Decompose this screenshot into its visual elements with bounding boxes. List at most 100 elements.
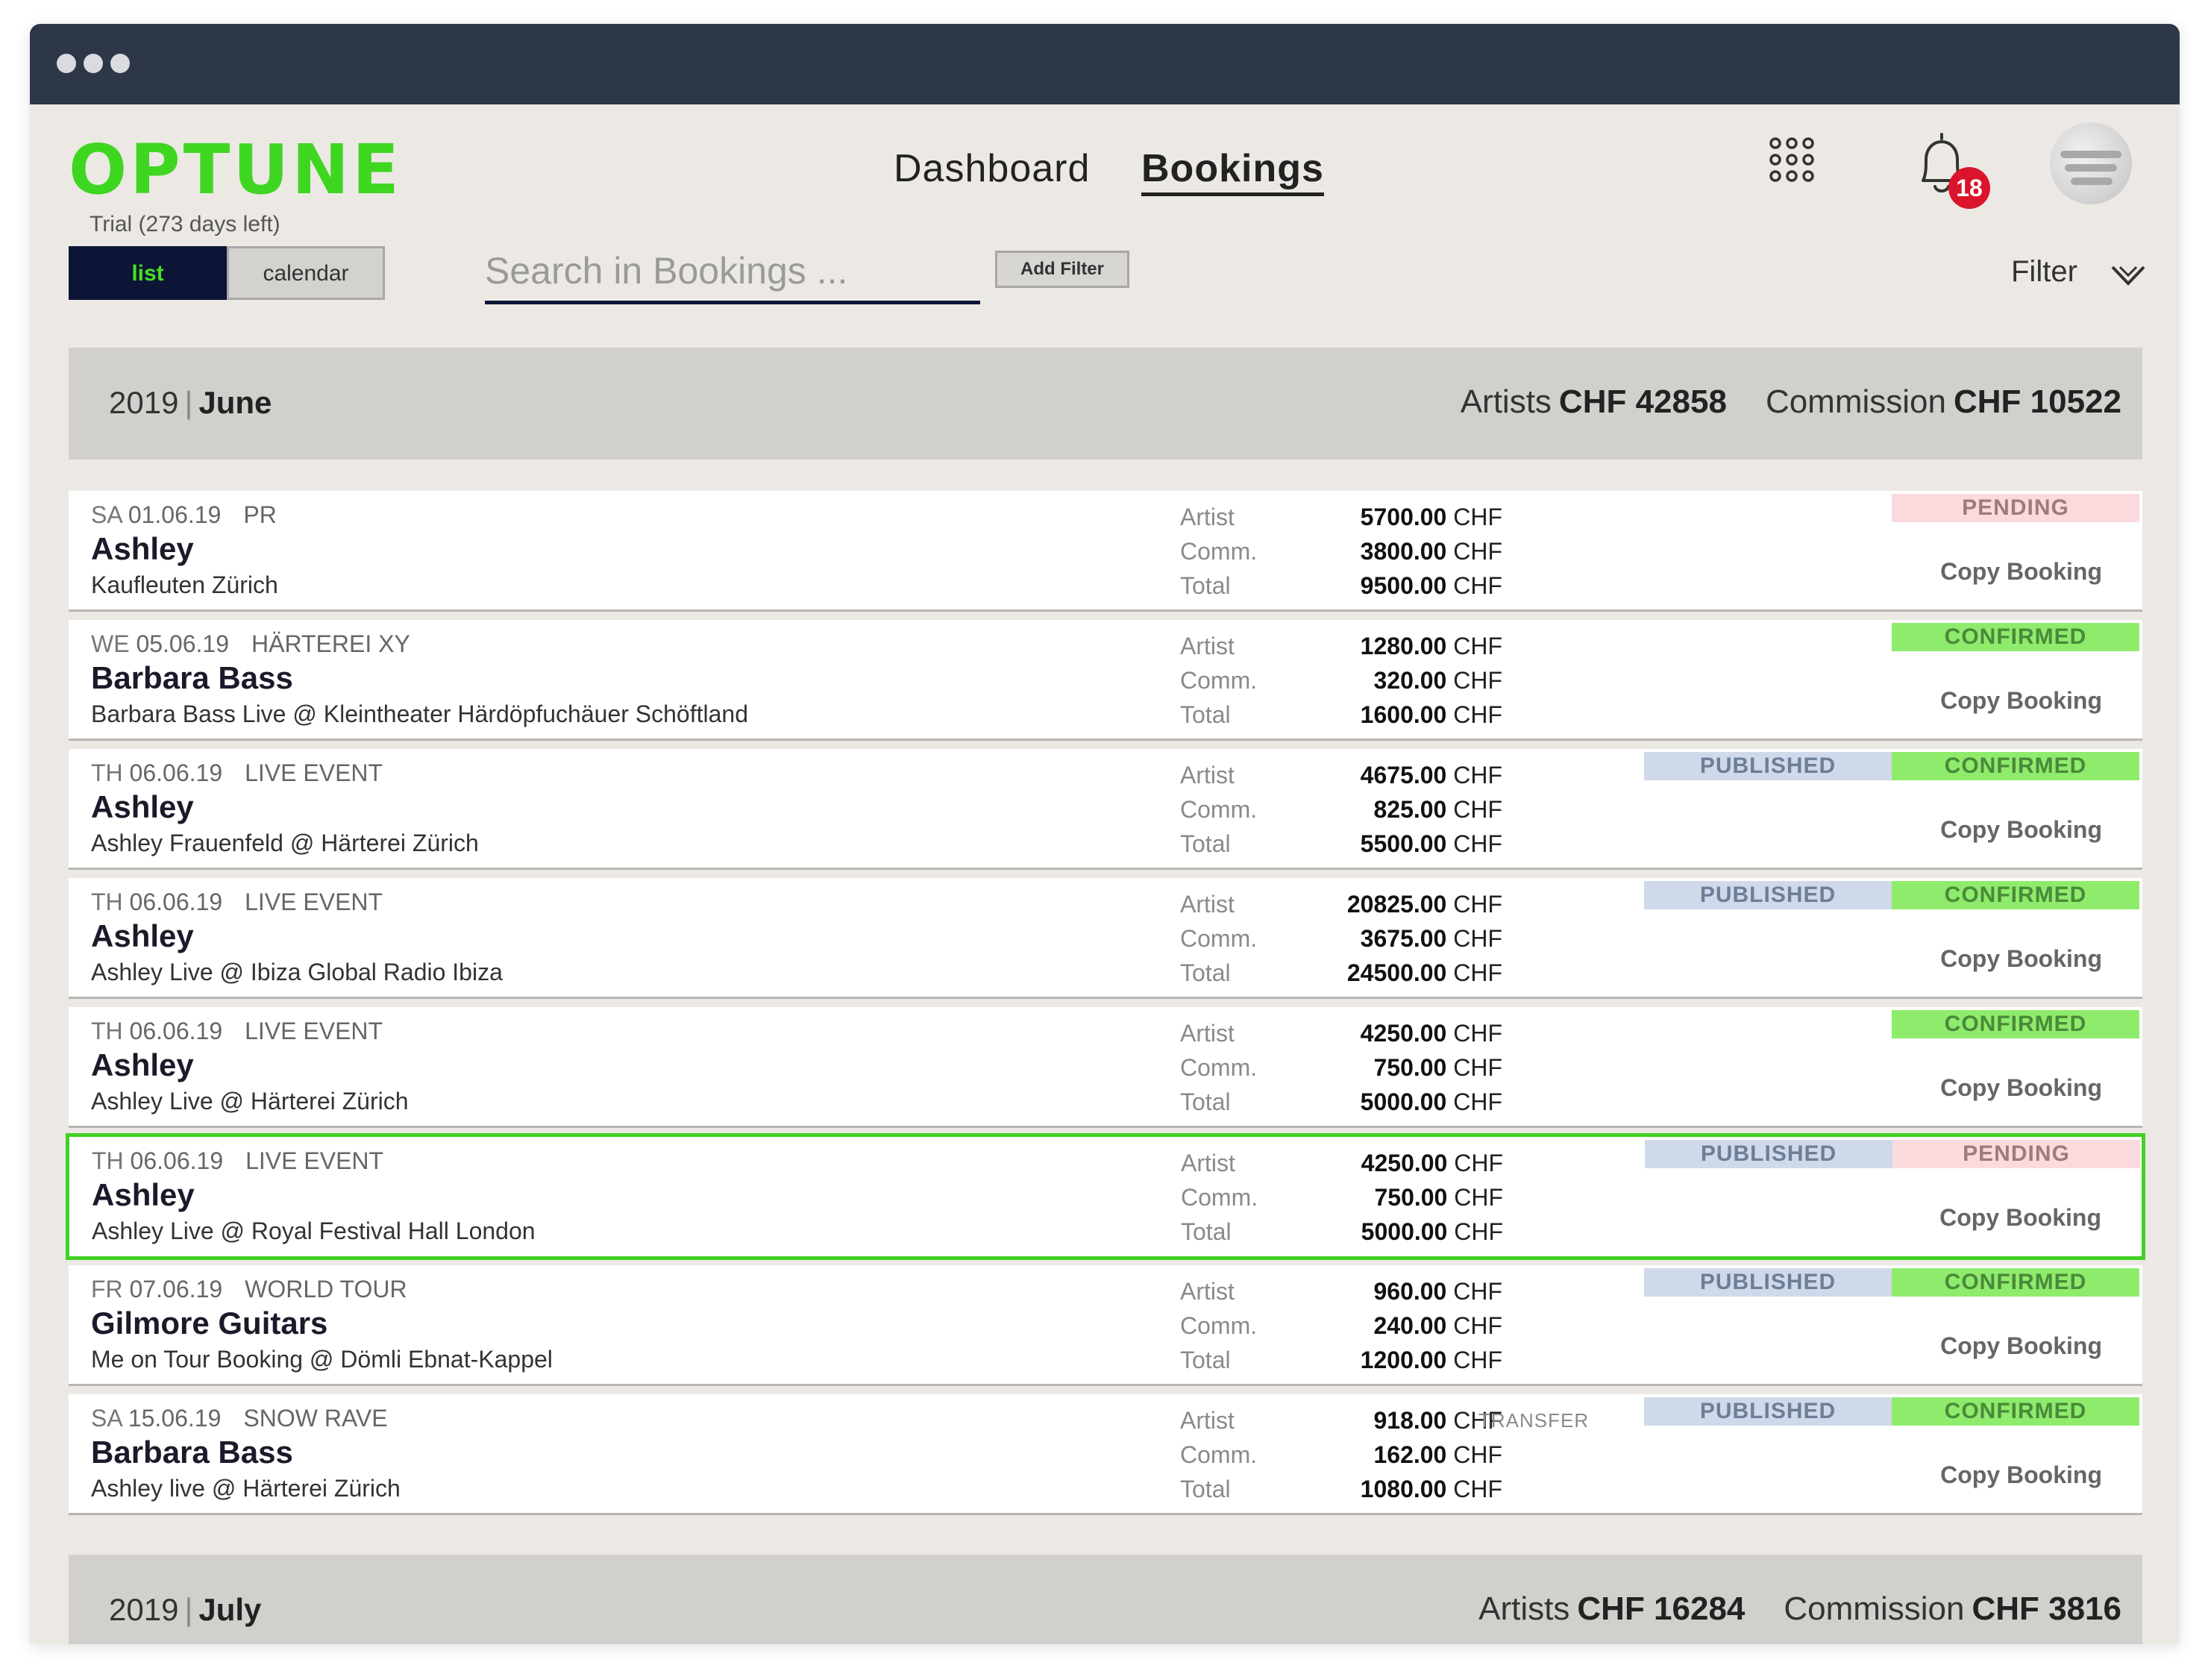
booking-date: TH 06.06.19 LIVE EVENT bbox=[91, 888, 383, 915]
booking-tag: SNOW RAVE bbox=[243, 1405, 388, 1432]
booking-tag: HÄRTEREI XY bbox=[251, 630, 410, 657]
booking-artist-name[interactable]: Ashley bbox=[91, 531, 194, 567]
fee-values: 960.00 CHF 240.00 CHF 1200.00 CHF bbox=[1360, 1278, 1502, 1373]
booking-row[interactable]: SA 01.06.19 PR Ashley Kaufleuten Zürich Arti… bbox=[69, 491, 2142, 612]
fee-labels: Artist Comm. Total bbox=[1180, 1278, 1258, 1373]
month-label: 2019 | July bbox=[109, 1592, 262, 1627]
fee-labels: Artist Comm. Total bbox=[1180, 1407, 1258, 1502]
booking-artist-name[interactable]: Ashley bbox=[91, 789, 194, 825]
fee-labels: Artist Comm. Total bbox=[1180, 762, 1258, 857]
published-badge: PUBLISHED bbox=[1644, 752, 1892, 780]
published-badge: PUBLISHED bbox=[1644, 1397, 1892, 1426]
fee-labels: Artist Comm. Total bbox=[1180, 633, 1258, 728]
fee-labels: Artist Comm. Total bbox=[1180, 504, 1258, 599]
status-badge[interactable]: PENDING bbox=[1892, 1140, 2140, 1168]
month-label: 2019 | June bbox=[109, 385, 272, 420]
booking-artist-name[interactable]: Barbara Bass bbox=[91, 660, 293, 696]
app-window: OPTUNE Trial (273 days left) Dashboard B… bbox=[30, 24, 2180, 1644]
notification-badge[interactable]: 18 bbox=[1948, 167, 1990, 209]
booking-row[interactable]: WE 05.06.19 HÄRTEREI XY Barbara Bass Barbar… bbox=[69, 620, 2142, 741]
apps-grid-icon[interactable] bbox=[1768, 136, 1816, 184]
add-filter-button[interactable]: Add Filter bbox=[995, 251, 1129, 288]
window-control-dot[interactable] bbox=[110, 54, 130, 73]
booking-date: TH 06.06.19 LIVE EVENT bbox=[92, 1147, 384, 1174]
booking-venue: Ashley Live @ Ibiza Global Radio Ibiza bbox=[91, 959, 503, 985]
booking-artist-name[interactable]: Barbara Bass bbox=[91, 1435, 293, 1470]
booking-date: SA 15.06.19 SNOW RAVE bbox=[91, 1405, 388, 1432]
copy-booking-button[interactable]: Copy Booking bbox=[1940, 558, 2102, 586]
view-toggle-calendar[interactable]: calendar bbox=[227, 246, 385, 300]
filter-toggle[interactable]: Filter bbox=[2011, 255, 2077, 289]
fee-values: 1280.00 CHF 320.00 CHF 1600.00 CHF bbox=[1360, 633, 1502, 728]
window-titlebar bbox=[30, 24, 2180, 104]
copy-booking-button[interactable]: Copy Booking bbox=[1940, 1461, 2102, 1489]
booking-date: SA 01.06.19 PR bbox=[91, 501, 277, 528]
chevron-down-icon[interactable] bbox=[2110, 264, 2147, 286]
booking-row[interactable]: TH 06.06.19 LIVE EVENT Ashley Ashley Live @… bbox=[69, 878, 2142, 999]
booking-tag: WORLD TOUR bbox=[245, 1276, 407, 1303]
fee-labels: Artist Comm. Total bbox=[1180, 1020, 1258, 1115]
booking-date: TH 06.06.19 LIVE EVENT bbox=[91, 1018, 383, 1044]
booking-tag: LIVE EVENT bbox=[245, 1018, 383, 1044]
copy-booking-button[interactable]: Copy Booking bbox=[1940, 945, 2102, 973]
status-badge[interactable]: CONFIRMED bbox=[1892, 1010, 2139, 1038]
booking-date: WE 05.06.19 HÄRTEREI XY bbox=[91, 630, 410, 657]
booking-tag: LIVE EVENT bbox=[245, 1147, 384, 1174]
status-badge[interactable]: CONFIRMED bbox=[1892, 623, 2139, 651]
avatar[interactable] bbox=[2050, 122, 2132, 204]
month-header: 2019 | June Artists CHF 42858 Commission CHF 1… bbox=[69, 348, 2142, 460]
fee-values: 5700.00 CHF 3800.00 CHF 9500.00 CHF bbox=[1360, 504, 1502, 599]
copy-booking-button[interactable]: Copy Booking bbox=[1939, 1204, 2101, 1232]
transfer-label: TRANSFER bbox=[1478, 1409, 1590, 1432]
booking-tag: PR bbox=[243, 501, 277, 528]
booking-row[interactable]: TH 06.06.19 LIVE EVENT Ashley Ashley Live @… bbox=[69, 1007, 2142, 1128]
app-logo[interactable]: OPTUNE bbox=[69, 136, 402, 204]
booking-row[interactable]: TH 06.06.19 LIVE EVENT Ashley Ashley Frauen… bbox=[69, 749, 2142, 870]
search-input[interactable] bbox=[485, 248, 980, 304]
trial-status: Trial (273 days left) bbox=[90, 212, 280, 236]
booking-row[interactable]: TH 06.06.19 LIVE EVENT Ashley Ashley Live @… bbox=[66, 1133, 2145, 1260]
booking-tag: LIVE EVENT bbox=[245, 888, 383, 915]
fee-values: 4250.00 CHF 750.00 CHF 5000.00 CHF bbox=[1361, 1150, 1503, 1245]
fee-values: 918.00 CHF 162.00 CHF 1080.00 CHF bbox=[1360, 1407, 1502, 1502]
fee-labels: Artist Comm. Total bbox=[1181, 1150, 1258, 1245]
status-badge[interactable]: CONFIRMED bbox=[1892, 752, 2139, 780]
window-control-dot[interactable] bbox=[57, 54, 76, 73]
booking-venue: Kaufleuten Zürich bbox=[91, 571, 278, 598]
nav-dashboard[interactable]: Dashboard bbox=[894, 149, 1090, 188]
booking-venue: Ashley Frauenfeld @ Härterei Zürich bbox=[91, 830, 479, 856]
booking-row[interactable]: FR 07.06.19 WORLD TOUR Gilmore Guitars Me o… bbox=[69, 1265, 2142, 1386]
status-badge[interactable]: CONFIRMED bbox=[1892, 1268, 2139, 1297]
copy-booking-button[interactable]: Copy Booking bbox=[1940, 1074, 2102, 1102]
fee-labels: Artist Comm. Total bbox=[1180, 891, 1258, 986]
booking-venue: Me on Tour Booking @ Dömli Ebnat-Kappel bbox=[91, 1346, 553, 1373]
status-badge[interactable]: CONFIRMED bbox=[1892, 1397, 2139, 1426]
published-badge: PUBLISHED bbox=[1645, 1140, 1892, 1168]
booking-row[interactable]: SA 15.06.19 SNOW RAVE Barbara Bass Ashley l… bbox=[69, 1394, 2142, 1515]
fee-values: 4250.00 CHF 750.00 CHF 5000.00 CHF bbox=[1360, 1020, 1502, 1115]
published-badge: PUBLISHED bbox=[1644, 881, 1892, 909]
booking-venue: Ashley Live @ Härterei Zürich bbox=[91, 1088, 409, 1115]
status-badge[interactable]: PENDING bbox=[1892, 494, 2139, 522]
booking-date: FR 07.06.19 WORLD TOUR bbox=[91, 1276, 407, 1303]
booking-artist-name[interactable]: Gilmore Guitars bbox=[91, 1306, 327, 1341]
window-control-dot[interactable] bbox=[84, 54, 103, 73]
booking-venue: Barbara Bass Live @ Kleintheater Härdöpf… bbox=[91, 700, 748, 727]
month-totals: Artists CHF 42858 Commission CHF 10522 bbox=[1460, 383, 2121, 420]
published-badge: PUBLISHED bbox=[1644, 1268, 1892, 1297]
view-toggle-list[interactable]: list bbox=[69, 246, 227, 300]
booking-artist-name[interactable]: Ashley bbox=[91, 918, 194, 954]
booking-artist-name[interactable]: Ashley bbox=[92, 1177, 195, 1213]
copy-booking-button[interactable]: Copy Booking bbox=[1940, 687, 2102, 715]
fee-values: 4675.00 CHF 825.00 CHF 5500.00 CHF bbox=[1360, 762, 1502, 857]
nav-bookings[interactable]: Bookings bbox=[1141, 149, 1324, 196]
booking-tag: LIVE EVENT bbox=[245, 759, 383, 786]
booking-venue: Ashley Live @ Royal Festival Hall London bbox=[92, 1217, 536, 1244]
booking-venue: Ashley live @ Härterei Zürich bbox=[91, 1475, 401, 1502]
booking-artist-name[interactable]: Ashley bbox=[91, 1047, 194, 1083]
fee-values: 20825.00 CHF 3675.00 CHF 24500.00 CHF bbox=[1346, 891, 1502, 986]
month-header: 2019 | July Artists CHF 16284 Commission CHF 3… bbox=[69, 1555, 2142, 1644]
status-badge[interactable]: CONFIRMED bbox=[1892, 881, 2139, 909]
copy-booking-button[interactable]: Copy Booking bbox=[1940, 816, 2102, 844]
copy-booking-button[interactable]: Copy Booking bbox=[1940, 1332, 2102, 1360]
